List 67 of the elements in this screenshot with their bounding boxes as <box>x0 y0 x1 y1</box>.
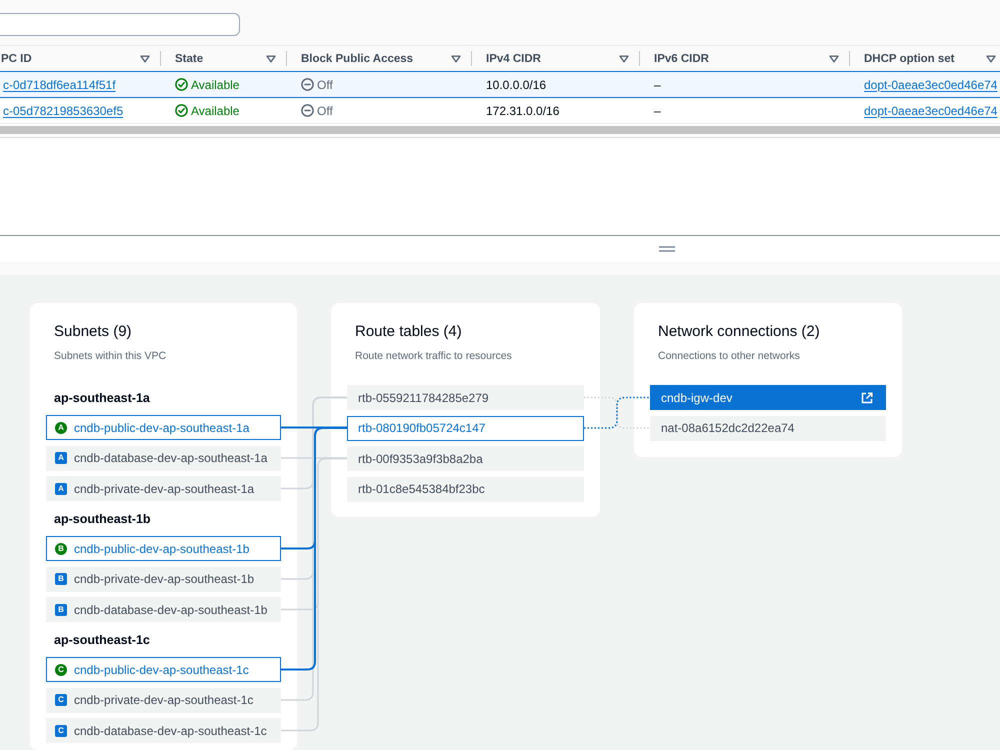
scrollbar-thumb[interactable] <box>0 126 1000 134</box>
resource-link[interactable]: dopt-0aeae3ec0ed46e74 <box>864 78 998 92</box>
check-circle-icon <box>175 78 188 91</box>
status-text: Off <box>317 104 333 118</box>
table-cell: – <box>654 78 661 92</box>
zone-badge: C <box>55 664 67 676</box>
zone-badge: C <box>55 694 67 706</box>
search-field[interactable] <box>0 13 240 36</box>
zone-heading: ap-southeast-1a <box>53 390 151 407</box>
resource-link[interactable]: c-05d78219853630ef5 <box>3 104 124 118</box>
column-header[interactable]: PC ID <box>0 46 161 71</box>
sort-caret-icon[interactable] <box>619 54 629 62</box>
table-row[interactable]: c-0d718df6ea114f51f Available Off 10.0.0.0/16 – dopt-0aeae3ec0ed46e74 <box>0 71 1000 98</box>
card-subtitle: Subnets within this VPC <box>53 349 168 363</box>
sort-caret-icon[interactable] <box>266 54 276 62</box>
card-subtitle: Route network traffic to resources <box>354 349 513 363</box>
table-cell: 10.0.0.0/16 <box>486 78 546 92</box>
subnet-item[interactable]: B cndb-database-dev-ap-southeast-1b <box>46 597 281 622</box>
subnet-item[interactable]: A cndb-private-dev-ap-southeast-1a <box>46 476 281 501</box>
route-table-item[interactable]: rtb-0559211784285e279 <box>347 385 584 410</box>
dotted-connector-drawing <box>584 396 650 429</box>
sort-caret-icon[interactable] <box>986 54 996 62</box>
connection-item[interactable]: cndb-igw-dev <box>650 385 886 410</box>
external-link-icon[interactable] <box>861 392 873 404</box>
column-header[interactable]: Block Public Access <box>287 46 472 71</box>
subnet-item[interactable]: C cndb-public-dev-ap-southeast-1c <box>46 657 281 682</box>
card-subtitle: Connections to other networks <box>657 349 801 363</box>
zone-badge: A <box>55 422 67 434</box>
zone-badge: B <box>55 573 67 585</box>
sort-caret-icon[interactable] <box>451 54 461 62</box>
zone-badge: C <box>55 724 67 736</box>
check-circle-icon <box>175 104 188 117</box>
status-text: Off <box>317 78 333 92</box>
subnet-item[interactable]: A cndb-database-dev-ap-southeast-1a <box>46 446 281 470</box>
column-header[interactable]: IPv4 CIDR <box>472 46 640 71</box>
resource-link[interactable]: dopt-0aeae3ec0ed46e74 <box>864 104 998 118</box>
subnet-item[interactable]: C cndb-private-dev-ap-southeast-1c <box>46 688 281 712</box>
subnet-item[interactable]: C cndb-database-dev-ap-southeast-1c <box>46 718 281 743</box>
connection-item[interactable]: nat-08a6152dc2d22ea74 <box>650 416 886 440</box>
zone-badge: A <box>55 482 67 494</box>
minus-circle-icon <box>301 104 314 117</box>
zone-badge: B <box>55 542 67 554</box>
subnet-item[interactable]: B cndb-public-dev-ap-southeast-1b <box>46 536 281 561</box>
zone-heading: ap-southeast-1b <box>53 511 152 528</box>
sort-caret-icon[interactable] <box>829 54 839 62</box>
column-header[interactable]: IPv6 CIDR <box>640 46 850 71</box>
column-header[interactable]: DHCP option set <box>850 46 1000 71</box>
minus-circle-icon <box>301 78 314 91</box>
column-header[interactable]: State <box>161 46 287 71</box>
route-table-item[interactable]: rtb-01c8e545384bf23bc <box>347 476 584 502</box>
drag-handle-icon[interactable] <box>659 246 675 252</box>
status-text: Available <box>191 104 240 118</box>
sort-caret-icon[interactable] <box>140 54 150 62</box>
card-title: Route tables (4) <box>354 322 463 342</box>
zone-badge: B <box>55 604 67 616</box>
zone-heading: ap-southeast-1c <box>53 632 151 649</box>
resource-link[interactable]: c-0d718df6ea114f51f <box>3 78 116 92</box>
route-table-item[interactable]: rtb-00f9353a9f3b8a2ba <box>347 446 584 471</box>
subnet-item[interactable]: B cndb-private-dev-ap-southeast-1b <box>46 566 281 592</box>
card-title: Subnets (9) <box>53 322 133 342</box>
status-text: Available <box>191 78 240 92</box>
table-cell: – <box>654 104 661 118</box>
table-cell: 172.31.0.0/16 <box>486 104 560 118</box>
route-table-item[interactable]: rtb-080190fb05724c147 <box>347 416 584 440</box>
zone-badge: A <box>55 452 67 464</box>
card-title: Network connections (2) <box>657 322 821 342</box>
subnet-item[interactable]: A cndb-public-dev-ap-southeast-1a <box>46 415 281 440</box>
